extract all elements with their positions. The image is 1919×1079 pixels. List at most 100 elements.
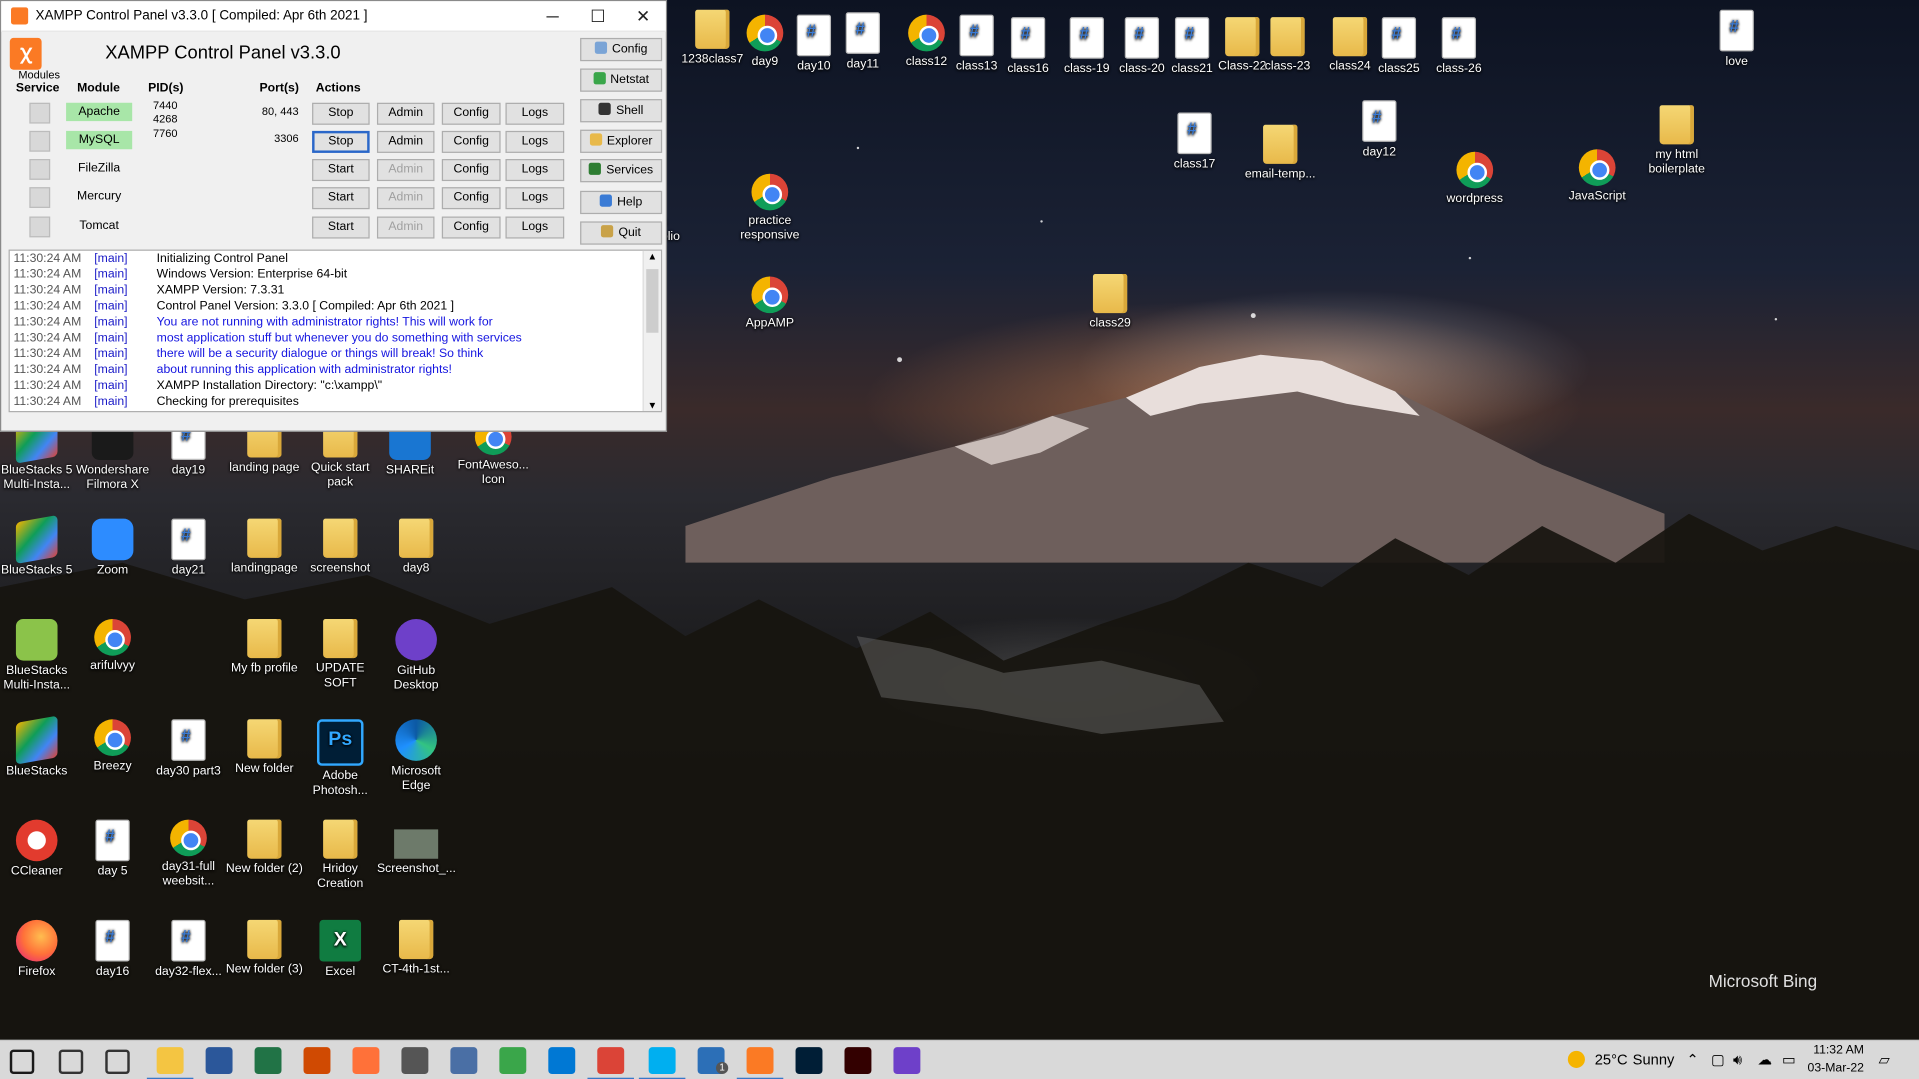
desktop-icon[interactable]: Breezy [73,719,151,774]
service-checkbox[interactable] [29,187,51,208]
volume-icon[interactable]: 🔊︎ [1733,1051,1742,1069]
desktop-icon[interactable]: day31-full weebsit... [149,819,227,890]
netstat-button[interactable]: Netstat [580,68,663,92]
weather-text[interactable]: Sunny [1633,1051,1675,1068]
onedrive-icon[interactable]: ☁ [1758,1051,1773,1068]
search-icon[interactable] [58,1049,84,1075]
config-button[interactable]: Config [441,130,501,153]
services-button[interactable]: Services [580,159,663,183]
maximize-button[interactable]: ☐ [575,6,620,27]
desktop-icon[interactable]: love [1698,9,1776,70]
admin-button[interactable]: Admin [376,216,435,239]
service-checkbox[interactable] [29,159,51,180]
clock-time[interactable]: 11:32 AM [1808,1043,1864,1056]
logs-button[interactable]: Logs [505,216,565,239]
desktop-icon[interactable]: BlueStacks [0,715,76,779]
desktop-icon[interactable]: class-26 [1420,17,1498,77]
close-button[interactable]: ✕ [621,6,666,27]
start-button[interactable]: Start [312,216,370,239]
service-checkbox[interactable] [29,216,51,238]
config-button[interactable]: Config [441,216,501,239]
log-scrollbar[interactable]: ▲ ▼ [642,250,661,412]
desktop-icon[interactable]: day32-flex... [149,919,227,980]
grammarly-icon[interactable] [499,1047,527,1075]
skype-icon[interactable] [638,1047,686,1079]
config-button[interactable]: Config [580,37,663,62]
admin-button[interactable]: Admin [376,187,435,210]
desktop-icon[interactable]: New folder (2) [225,819,303,877]
weather-temp[interactable]: 25°C [1595,1051,1628,1068]
desktop-icon[interactable]: UPDATE SOFT [301,618,379,691]
service-checkbox[interactable] [29,130,51,152]
desktop-icon[interactable]: day8 [377,518,455,576]
snipping-icon[interactable] [401,1047,429,1075]
desktop-icon[interactable]: day 5 [73,819,151,880]
desktop-icon[interactable]: arifulvyy [73,618,151,674]
photoshop-icon[interactable] [795,1047,823,1075]
desktop-icon[interactable]: class17 [1155,112,1233,173]
start-button[interactable]: Start [312,187,370,210]
desktop-icon[interactable]: day30 part3 [149,719,227,779]
start-icon[interactable] [9,1049,35,1075]
help-button[interactable]: Help [580,190,663,215]
desktop-icon[interactable]: day12 [1340,100,1418,160]
scroll-thumb[interactable] [646,269,659,333]
desktop-icon[interactable]: CCleaner [0,819,76,880]
desktop-icon[interactable]: Hridoy Creation [301,819,379,892]
illustrator-icon[interactable] [844,1047,872,1075]
weather-sun-icon[interactable] [1567,1050,1585,1068]
github-icon[interactable] [893,1047,921,1075]
quit-button[interactable]: Quit [580,221,663,245]
chevron-up-icon[interactable]: ⌃ [1687,1051,1699,1068]
desktop-icon[interactable]: JavaScript [1558,149,1636,204]
excel-icon[interactable] [254,1047,282,1075]
stop-button[interactable]: Stop [312,130,370,153]
desktop-icon[interactable]: CT-4th-1st... [377,919,455,977]
admin-button[interactable]: Admin [376,130,435,153]
window-titlebar[interactable]: XAMPP Control Panel v3.3.0 [ Compiled: A… [1,1,666,32]
shell-button[interactable]: Shell [580,99,663,123]
desktop-icon[interactable]: class29 [1071,274,1149,331]
desktop-icon[interactable]: screenshot [301,518,379,576]
desktop-icon[interactable]: X Excel [301,919,379,980]
store-icon[interactable] [303,1047,331,1075]
task-view-icon[interactable] [105,1049,130,1075]
network-icon[interactable]: ▭ [1782,1051,1796,1068]
desktop-icon[interactable]: my html boilerplate [1638,105,1716,177]
desktop-icon[interactable]: day16 [73,919,151,980]
file-explorer-icon[interactable] [146,1047,194,1079]
desktop-icon[interactable]: New folder (3) [225,919,303,977]
scroll-down-icon[interactable]: ▼ [644,400,661,411]
admin-button[interactable]: Admin [376,102,435,125]
explorer-button[interactable]: Explorer [580,129,663,153]
desktop-icon[interactable]: day21 [149,518,227,579]
meet-icon[interactable]: ▢ [1711,1051,1725,1068]
desktop-icon[interactable]: AppAMP [731,276,809,331]
desktop-icon[interactable]: wordpress [1436,151,1514,207]
admin-button[interactable]: Admin [376,159,435,182]
desktop-icon[interactable]: Screenshot_... [377,820,456,877]
notifications-icon[interactable]: ▱ [1879,1051,1890,1068]
stop-button[interactable]: Stop [312,102,370,125]
xampp-icon[interactable] [736,1047,784,1079]
desktop-icon[interactable]: My fb profile [225,618,303,676]
scroll-up-icon[interactable]: ▲ [644,251,661,262]
desktop-icon[interactable]: Microsoft Edge [377,719,455,794]
start-button[interactable]: Start [312,159,370,182]
desktop-icon[interactable]: New folder [225,719,303,776]
chrome-icon[interactable] [587,1047,634,1079]
logs-button[interactable]: Logs [505,102,565,125]
desktop-icon[interactable]: Zoom [73,518,151,579]
minimize-button[interactable]: ─ [530,6,575,26]
logs-button[interactable]: Logs [505,187,565,210]
service-checkbox[interactable] [29,102,51,124]
desktop-icon[interactable]: email-temp... [1241,124,1319,182]
app-icon[interactable] [450,1047,478,1075]
config-button[interactable]: Config [441,187,501,210]
config-button[interactable]: Config [441,159,501,182]
clock-date[interactable]: 03-Mar-22 [1800,1062,1864,1075]
desktop-icon[interactable]: BlueStacks Multi-Insta... [0,618,76,694]
word-icon[interactable] [205,1047,233,1075]
firefox-icon[interactable] [352,1047,380,1075]
logs-button[interactable]: Logs [505,130,565,153]
